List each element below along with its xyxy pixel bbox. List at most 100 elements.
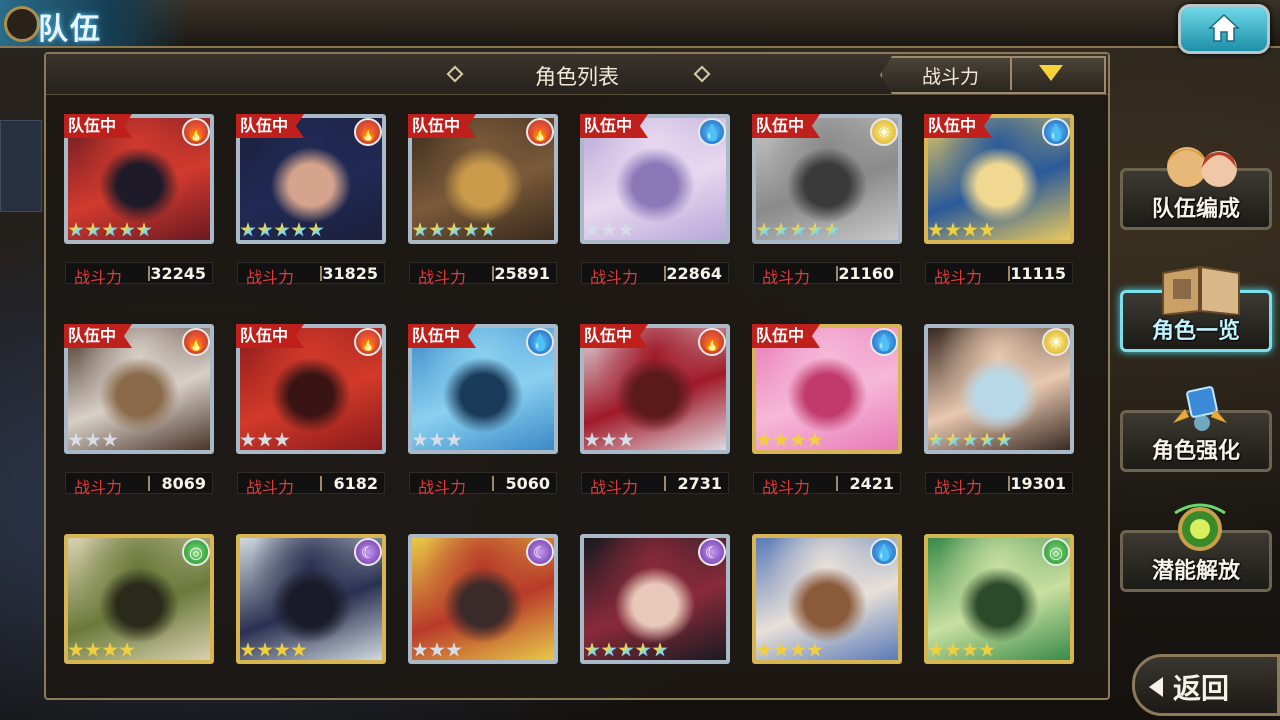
power-label: 战斗力 (934, 268, 983, 287)
star-icon (291, 222, 307, 237)
star-icon (446, 642, 462, 657)
star-icon (240, 432, 256, 447)
character-card[interactable]: ☾ (408, 534, 558, 664)
rarity-stars (412, 222, 496, 240)
power-plate: 战斗力 6182 (237, 472, 385, 497)
star-icon (945, 642, 961, 657)
sun-icon: ☀ (1042, 328, 1070, 356)
star-icon (773, 642, 789, 657)
star-icon (618, 642, 634, 657)
star-icon (584, 432, 600, 447)
rarity-stars (928, 222, 995, 240)
character-card[interactable]: 队伍中 🔥 (408, 114, 558, 244)
star-icon (240, 222, 256, 237)
character-card[interactable]: ☾ (236, 534, 386, 664)
flame-icon: 🔥 (526, 118, 554, 146)
power-label: 战斗力 (74, 268, 123, 287)
power-label: 战斗力 (590, 478, 639, 497)
power-plate: 战斗力 32245 (65, 262, 213, 287)
rarity-stars (928, 642, 995, 660)
star-icon (446, 432, 462, 447)
in-team-badge: 队伍中 (924, 114, 993, 138)
in-team-badge: 队伍中 (752, 324, 821, 348)
in-team-badge: 队伍中 (236, 324, 305, 348)
star-icon (618, 222, 634, 237)
star-icon (824, 222, 840, 237)
sidebar-item-team-formation[interactable]: 队伍编成 (1120, 147, 1272, 230)
sort-dropdown[interactable] (880, 56, 1106, 94)
rarity-stars (756, 222, 840, 240)
star-icon (807, 222, 823, 237)
home-button[interactable] (1178, 4, 1270, 54)
character-card[interactable]: 队伍中 💧 (752, 324, 902, 454)
power-value: 31825 (322, 264, 378, 283)
power-plate: 战斗力 11115 (925, 262, 1073, 287)
star-icon (102, 432, 118, 447)
rarity-stars (240, 432, 290, 450)
character-card[interactable]: 队伍中 💧 (580, 114, 730, 244)
character-card[interactable]: 队伍中 🔥 (236, 324, 386, 454)
back-button[interactable]: 返回 (1132, 654, 1280, 716)
character-card[interactable]: ☾ (580, 534, 730, 664)
star-icon (85, 432, 101, 447)
star-icon (119, 222, 135, 237)
sidebar-item-character-list[interactable]: 角色一览 (1120, 265, 1272, 352)
star-icon (480, 222, 496, 237)
character-card[interactable]: ◎ (924, 534, 1074, 664)
sidebar-item-character-enhance[interactable]: 角色强化 (1120, 386, 1272, 472)
panel-header: 角色列表 战斗力 (46, 54, 1108, 95)
star-icon (962, 642, 978, 657)
sidebar-item-label: 角色一览 (1151, 319, 1240, 344)
character-card[interactable]: 队伍中 💧 (408, 324, 558, 454)
top-bar: 队伍 (0, 0, 1280, 48)
character-card[interactable]: ◎ (64, 534, 214, 664)
power-plate: 战斗力 21160 (753, 262, 901, 287)
character-card[interactable]: 队伍中 🔥 (580, 324, 730, 454)
character-card[interactable]: ☀ (924, 324, 1074, 454)
home-icon (1208, 13, 1240, 42)
star-icon (412, 642, 428, 657)
sidebar-item-label: 队伍编成 (1151, 197, 1240, 222)
rarity-stars (68, 432, 118, 450)
rarity-stars (240, 222, 324, 240)
star-icon (429, 432, 445, 447)
star-icon (962, 432, 978, 447)
star-icon (257, 432, 273, 447)
character-card[interactable]: 队伍中 🔥 (64, 114, 214, 244)
star-icon (601, 222, 617, 237)
star-icon (962, 222, 978, 237)
character-card[interactable]: 队伍中 ☀ (752, 114, 902, 244)
moon-icon: ☾ (526, 538, 554, 566)
star-icon (979, 432, 995, 447)
star-icon (68, 222, 84, 237)
power-label: 战斗力 (590, 268, 639, 287)
power-plate: 战斗力 19301 (925, 472, 1073, 497)
star-icon (945, 222, 961, 237)
rarity-stars (584, 642, 668, 660)
character-card[interactable]: 队伍中 🔥 (64, 324, 214, 454)
character-card[interactable]: 💧 (752, 534, 902, 664)
chevron-down-icon[interactable] (1039, 65, 1063, 81)
power-plate: 战斗力 25891 (409, 262, 557, 287)
water-drop-icon: 💧 (870, 538, 898, 566)
power-plate: 战斗力 8069 (65, 472, 213, 497)
flame-icon: 🔥 (354, 118, 382, 146)
in-team-badge: 队伍中 (64, 114, 133, 138)
rarity-stars (584, 222, 634, 240)
wind-swirl-icon: ◎ (1042, 538, 1070, 566)
power-value: 25891 (494, 264, 550, 283)
moon-icon: ☾ (698, 538, 726, 566)
power-separator (836, 476, 838, 491)
sidebar-item-potential-unlock[interactable]: 潜能解放 (1120, 503, 1272, 592)
character-card[interactable]: 队伍中 🔥 (236, 114, 386, 244)
gear-decoration-icon (4, 6, 40, 42)
water-drop-icon: 💧 (1042, 118, 1070, 146)
star-icon (790, 222, 806, 237)
rarity-stars (68, 222, 152, 240)
character-card[interactable]: 队伍中 💧 (924, 114, 1074, 244)
star-icon (945, 432, 961, 447)
enhance-crystal-icon (1173, 386, 1227, 431)
star-icon (584, 642, 600, 657)
star-icon (274, 432, 290, 447)
power-value: 19301 (1010, 474, 1066, 493)
